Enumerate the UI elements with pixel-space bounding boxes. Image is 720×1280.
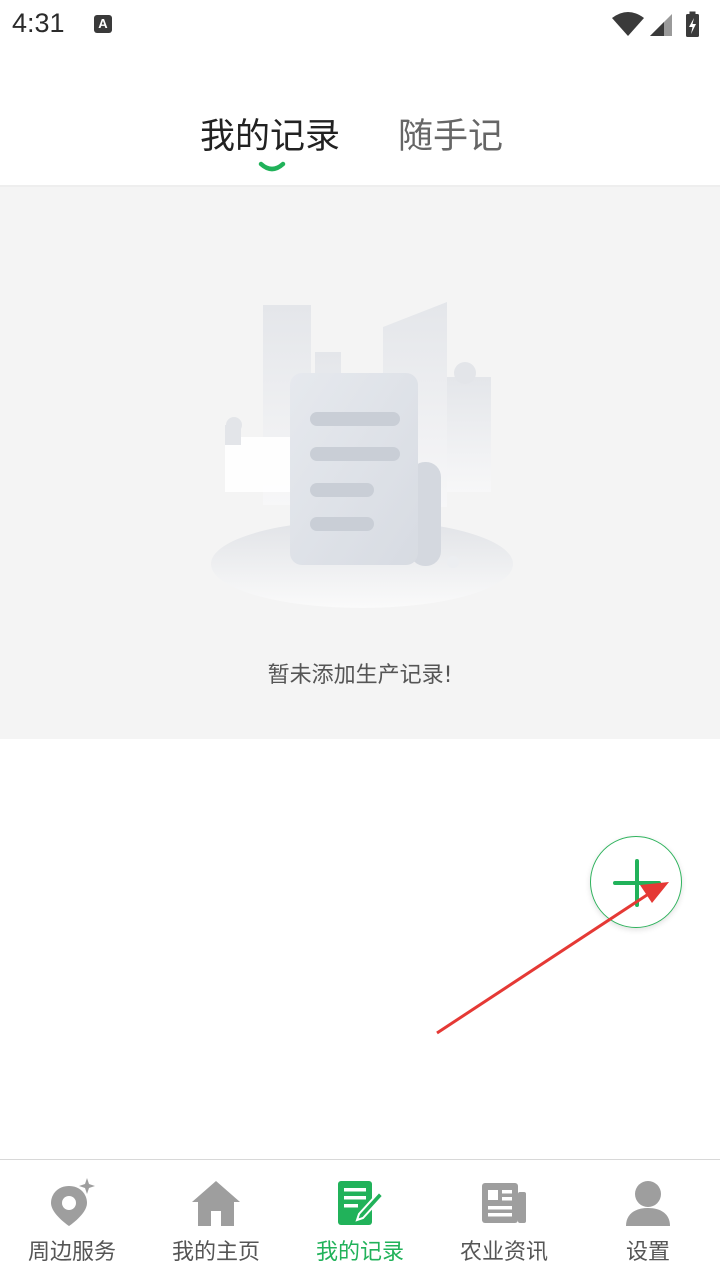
wifi-icon <box>612 12 644 36</box>
tab-quick-notes[interactable]: 随手记 <box>398 108 503 159</box>
user-icon <box>626 1181 670 1226</box>
tab-active-indicator <box>258 161 286 172</box>
add-record-button[interactable] <box>590 836 682 928</box>
bottom-nav: 周边服务 我的主页 我的记录 农业资讯 设置 <box>0 1159 720 1280</box>
nav-label: 周边服务 <box>27 1240 116 1265</box>
status-time: 4:31 <box>12 8 65 38</box>
status-bar: 4:31 A <box>0 0 720 52</box>
nav-label: 我的记录 <box>315 1240 404 1265</box>
nav-agri-news[interactable]: 农业资讯 <box>432 1160 576 1280</box>
location-sparkle-icon <box>51 1178 95 1226</box>
nav-label: 我的主页 <box>171 1240 260 1265</box>
home-icon <box>192 1181 240 1226</box>
nav-label: 农业资讯 <box>459 1240 548 1265</box>
empty-state-panel: 暂未添加生产记录! <box>0 187 720 739</box>
battery-icon <box>686 11 699 37</box>
status-icons <box>608 10 708 40</box>
a-icon: A <box>94 15 112 33</box>
signal-icon <box>650 14 672 36</box>
note-edit-icon <box>338 1181 385 1225</box>
empty-state-message: 暂未添加生产记录! <box>267 663 453 688</box>
top-tab-bar: 我的记录 随手记 <box>0 52 720 186</box>
tab-my-records[interactable]: 我的记录 <box>200 108 340 159</box>
nav-my-records[interactable]: 我的记录 <box>288 1160 432 1280</box>
nav-settings[interactable]: 设置 <box>576 1160 720 1280</box>
empty-document-icon <box>211 302 513 608</box>
plus-icon <box>613 859 661 907</box>
nav-label: 设置 <box>625 1240 670 1265</box>
nav-my-home[interactable]: 我的主页 <box>144 1160 288 1280</box>
news-icon <box>482 1183 526 1223</box>
nav-nearby-services[interactable]: 周边服务 <box>0 1160 144 1280</box>
